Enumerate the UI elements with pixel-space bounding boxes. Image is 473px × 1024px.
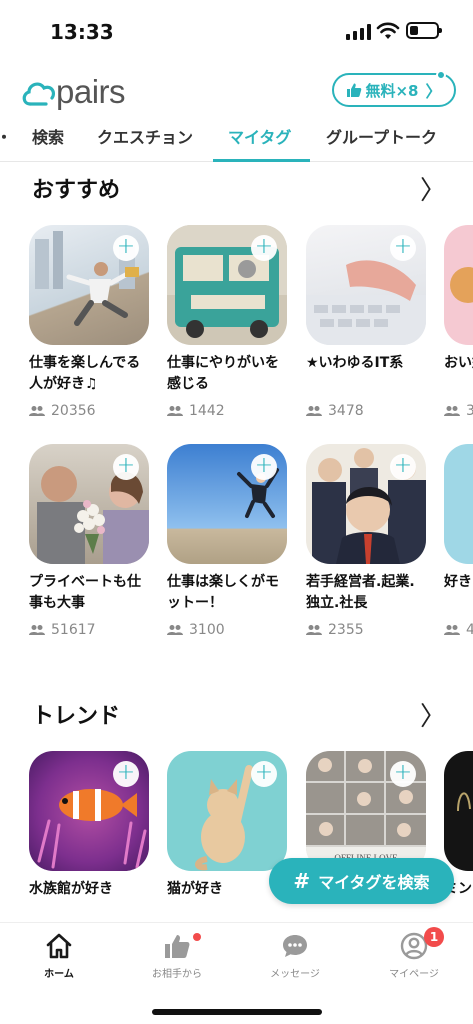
tab-search[interactable]: 検索: [32, 124, 64, 148]
tab-bar: ・ 検索 クエスチョン マイタグ グループトーク: [0, 112, 473, 162]
tag-member-count: 3478: [306, 403, 426, 419]
add-tag-button[interactable]: +: [390, 235, 416, 261]
members-icon: [29, 625, 45, 635]
members-icon: [29, 406, 45, 416]
free-likes-label: 無料×8: [365, 81, 419, 100]
tag-title: プライベートも仕事も大事: [29, 574, 141, 611]
members-icon: [167, 406, 183, 416]
logo-text: pairs: [56, 73, 126, 110]
tag-thumbnail: [444, 444, 473, 564]
tag-thumbnail: +: [167, 444, 287, 564]
members-icon: [444, 625, 460, 635]
chevron-right-icon[interactable]: 〉: [420, 696, 446, 733]
tag-member-count: 51617: [29, 622, 149, 638]
status-bar: 13:33: [0, 0, 473, 62]
home-indicator[interactable]: [152, 1009, 322, 1015]
tag-card[interactable]: + ★いわゆるIT系 3478: [306, 225, 426, 419]
tag-thumbnail: +: [29, 225, 149, 345]
screen: 13:33 pairs 無料×8 〉 ・ 検索 クエスチョン マイタグ グループ…: [0, 0, 473, 1024]
hashtag-icon: #: [293, 869, 311, 893]
tag-thumbnail: [444, 225, 473, 345]
tag-thumbnail: +: [167, 225, 287, 345]
add-tag-button[interactable]: +: [390, 454, 416, 480]
tag-title: 仕事を楽しんでる人が好き♫: [29, 355, 141, 392]
members-icon: [167, 625, 183, 635]
tag-member-count: 3100: [167, 622, 287, 638]
tag-title: 仕事にやりがいを感じる: [167, 355, 279, 392]
tag-card[interactable]: + プライベートも仕事も大事 51617: [29, 444, 149, 638]
tag-card[interactable]: + 若手経営者.起業.独立.社長 2355: [306, 444, 426, 638]
thumbs-up-icon: [347, 83, 362, 97]
tag-title: 仕事は楽しくがモットー！: [167, 574, 279, 611]
add-tag-button[interactable]: +: [113, 235, 139, 261]
tag-title: ★いわゆるIT系: [306, 355, 404, 371]
tag-card[interactable]: + 仕事にやりがいを感じる 1442: [167, 225, 287, 419]
chevron-right-icon[interactable]: 〉: [420, 170, 446, 207]
tag-title: 若手経営者.起業.独立.社長: [306, 574, 415, 611]
tag-member-count: 3: [444, 403, 473, 419]
section-title-recommended: おすすめ: [32, 178, 121, 203]
status-time: 13:33: [50, 20, 114, 44]
members-icon: [306, 625, 322, 635]
tag-thumbnail: [444, 751, 473, 871]
add-tag-button[interactable]: +: [113, 454, 139, 480]
tab-edge-cutoff: ・: [0, 124, 12, 148]
tag-title: 好きにし: [444, 574, 473, 590]
nav-messages[interactable]: メッセージ: [245, 931, 345, 980]
tag-title: おい好き: [444, 355, 473, 371]
search-mytag-button[interactable]: # マイタグを検索: [269, 858, 454, 904]
tag-card[interactable]: + 仕事を楽しんでる人が好き♫ 20356: [29, 225, 149, 419]
thumbs-up-icon: [165, 935, 190, 958]
tag-card[interactable]: おい好き 3: [444, 225, 473, 419]
search-mytag-label: マイタグを検索: [318, 873, 430, 892]
tab-group-talk[interactable]: グループトーク: [326, 124, 437, 148]
tab-question[interactable]: クエスチョン: [97, 124, 193, 148]
tag-member-count: 1442: [167, 403, 287, 419]
add-tag-button[interactable]: +: [251, 761, 277, 787]
tag-member-count: 4: [444, 622, 473, 638]
tag-card[interactable]: + 水族館が好き: [29, 751, 149, 921]
tab-mytag[interactable]: マイタグ: [228, 124, 291, 148]
pairs-logo: pairs: [20, 72, 126, 112]
cellular-signal-icon: [346, 24, 372, 40]
add-tag-button[interactable]: +: [251, 454, 277, 480]
tag-thumbnail: +: [306, 444, 426, 564]
battery-icon: [406, 22, 442, 39]
tag-thumbnail: OFFLINE LOVE +: [306, 751, 426, 871]
tag-thumbnail: +: [167, 751, 287, 871]
nav-likes-received[interactable]: お相手から: [127, 931, 227, 980]
active-tab-indicator: [213, 159, 310, 162]
tag-card[interactable]: 好きにし 4: [444, 444, 473, 638]
add-tag-button[interactable]: +: [113, 761, 139, 787]
notification-dot: [436, 70, 446, 80]
tag-member-count: 2355: [306, 622, 426, 638]
chevron-right-icon: 〉: [425, 82, 442, 101]
unread-badge: 1: [424, 927, 444, 947]
wifi-icon: [376, 22, 400, 39]
nav-home[interactable]: ホーム: [9, 931, 109, 980]
add-tag-button[interactable]: +: [251, 235, 277, 261]
cloud-logo-icon: [22, 82, 56, 106]
tag-thumbnail: +: [29, 751, 149, 871]
nav-my-page[interactable]: マイページ: [364, 931, 464, 980]
tag-thumbnail: +: [306, 225, 426, 345]
free-likes-button[interactable]: 無料×8 〉: [332, 70, 456, 107]
members-icon: [306, 406, 322, 416]
chat-bubble-icon: [283, 935, 307, 957]
tag-card[interactable]: + 仕事は楽しくがモットー！ 3100: [167, 444, 287, 638]
members-icon: [444, 406, 460, 416]
tag-member-count: 20356: [29, 403, 149, 419]
notification-dot: [193, 933, 201, 941]
home-icon: [46, 933, 72, 959]
add-tag-button[interactable]: +: [390, 761, 416, 787]
section-title-trend: トレンド: [32, 704, 121, 729]
tag-card[interactable]: + 猫が好き: [167, 751, 287, 921]
tag-thumbnail: +: [29, 444, 149, 564]
tag-title: 水族館が好き: [29, 881, 113, 897]
